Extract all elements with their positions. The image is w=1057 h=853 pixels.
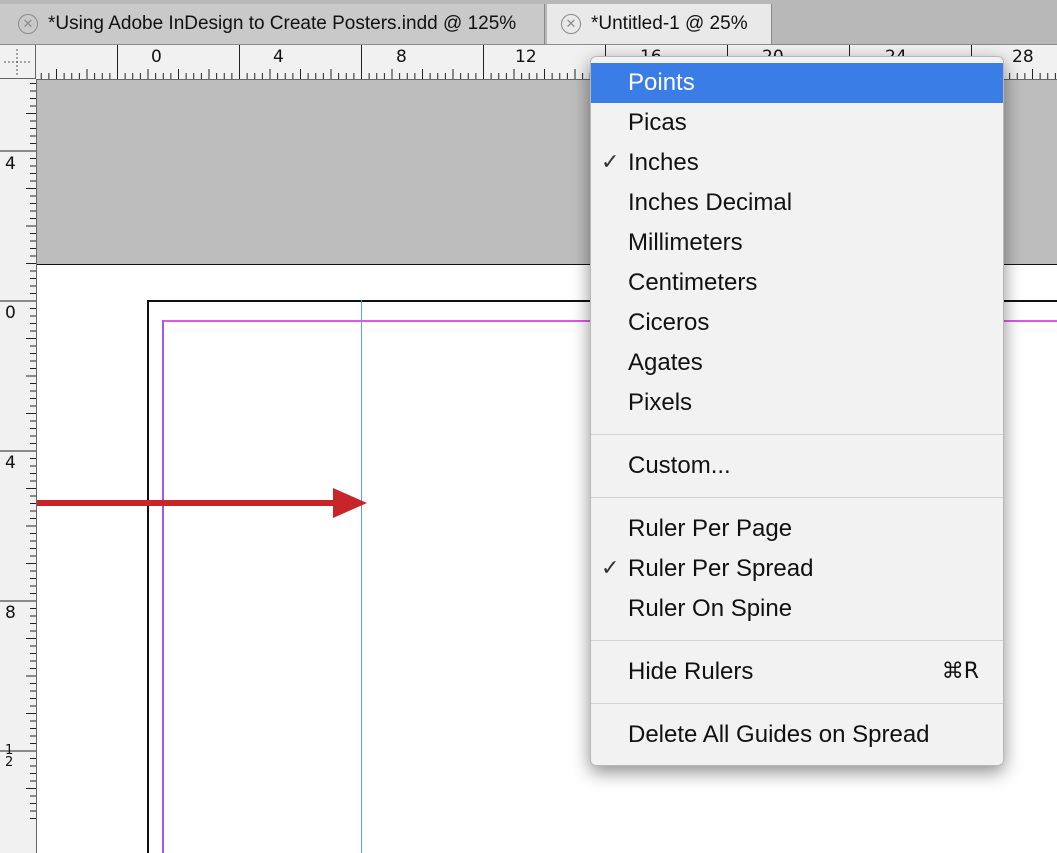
menu-item-label: Inches Decimal (628, 189, 793, 216)
checkmark-icon: ✓ (601, 150, 620, 175)
menu-separator (591, 497, 1003, 498)
menu-item-label: Custom... (628, 452, 731, 479)
menu-item-label: Ciceros (628, 309, 710, 336)
close-tab-icon[interactable]: ✕ (561, 14, 581, 34)
tab-label: *Untitled-1 @ 25% (591, 13, 748, 34)
menu-item-inches-decimal[interactable]: Inches Decimal (591, 183, 1003, 223)
menu-item-custom[interactable]: Custom... (591, 446, 1003, 486)
menu-separator (591, 703, 1003, 704)
checkmark-icon: ✓ (601, 556, 620, 581)
ruler-origin-corner[interactable] (0, 45, 36, 79)
tab-label: *Using Adobe InDesign to Create Posters.… (48, 13, 517, 34)
menu-item-ruler-on-spine[interactable]: Ruler On Spine (591, 589, 1003, 629)
menu-item-hide-rulers[interactable]: Hide Rulers ⌘R (591, 652, 1003, 692)
tab-untitled-1[interactable]: ✕ *Untitled-1 @ 25% (547, 4, 772, 44)
menu-item-delete-all-guides[interactable]: Delete All Guides on Spread (591, 715, 1003, 755)
menu-item-label: Millimeters (628, 229, 743, 256)
menu-separator (591, 434, 1003, 435)
close-tab-icon[interactable]: ✕ (18, 14, 38, 34)
menu-item-millimeters[interactable]: Millimeters (591, 223, 1003, 263)
document-tab-bar: ✕ *Using Adobe InDesign to Create Poster… (0, 0, 1057, 45)
keyboard-shortcut: ⌘R (941, 659, 979, 684)
tab-using-adobe-indesign[interactable]: ✕ *Using Adobe InDesign to Create Poster… (0, 4, 545, 44)
annotation-arrow-head-icon (333, 488, 367, 518)
ruler-origin-icon (4, 49, 30, 75)
menu-item-picas[interactable]: Picas (591, 103, 1003, 143)
vruler-label: 12 (5, 743, 14, 770)
hruler-label: 28 (1012, 47, 1034, 67)
menu-item-label: Inches (628, 149, 699, 176)
hruler-label: 0 (151, 47, 162, 67)
hruler-label: 8 (396, 47, 407, 67)
menu-separator (591, 640, 1003, 641)
ruler-units-context-menu: Points Picas ✓ Inches Inches Decimal Mil… (590, 56, 1004, 766)
menu-item-points[interactable]: Points (591, 63, 1003, 103)
menu-item-label: Points (628, 69, 695, 96)
menu-item-inches[interactable]: ✓ Inches (591, 143, 1003, 183)
menu-item-label: Delete All Guides on Spread (628, 721, 930, 748)
menu-item-label: Ruler On Spine (628, 595, 793, 622)
hruler-label: 4 (273, 47, 284, 67)
menu-item-label: Ruler Per Page (628, 515, 793, 542)
menu-item-centimeters[interactable]: Centimeters (591, 263, 1003, 303)
vruler-label: 4 (5, 154, 16, 174)
menu-item-label: Centimeters (628, 269, 758, 296)
hruler-label: 12 (515, 47, 537, 67)
menu-item-pixels[interactable]: Pixels (591, 383, 1003, 423)
vruler-label: 4 (5, 453, 16, 473)
menu-item-ciceros[interactable]: Ciceros (591, 303, 1003, 343)
menu-item-ruler-per-spread[interactable]: ✓ Ruler Per Spread (591, 549, 1003, 589)
vruler-label: 8 (5, 603, 16, 623)
vertical-ruler[interactable]: 4 0 4 8 12 (0, 79, 37, 853)
vertical-ruler-guide[interactable] (361, 300, 362, 853)
menu-item-agates[interactable]: Agates (591, 343, 1003, 383)
margin-guide-left (162, 320, 164, 853)
menu-item-label: Picas (628, 109, 687, 136)
menu-item-label: Ruler Per Spread (628, 555, 814, 582)
menu-item-label: Hide Rulers (628, 658, 754, 685)
annotation-arrow-shaft (37, 500, 335, 506)
page-edge-left (147, 300, 149, 853)
menu-item-label: Pixels (628, 389, 693, 416)
menu-item-label: Agates (628, 349, 703, 376)
vruler-label: 0 (5, 303, 16, 323)
menu-item-ruler-per-page[interactable]: Ruler Per Page (591, 509, 1003, 549)
